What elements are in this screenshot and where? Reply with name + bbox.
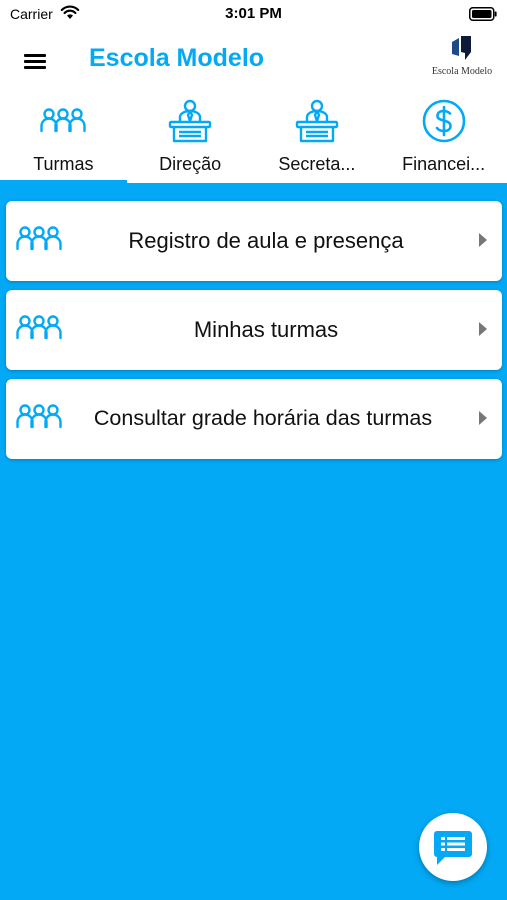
school-logo-text: Escola Modelo: [431, 66, 493, 77]
menu-item-label: Consultar grade horária das turmas: [93, 406, 433, 430]
podium-speaker-icon: [168, 99, 212, 143]
chevron-right-icon: [479, 233, 487, 247]
podium-speaker-icon: [295, 99, 339, 143]
people-group-icon: [16, 315, 62, 340]
menu-item-label: Registro de aula e presença: [128, 228, 404, 253]
hamburger-menu-icon[interactable]: [20, 46, 50, 76]
menu-item-minhas-turmas[interactable]: Minhas turmas: [6, 290, 502, 370]
school-logo: Escola Modelo: [424, 34, 500, 84]
tab-label: Direção: [159, 154, 222, 174]
chevron-right-icon: [479, 411, 487, 425]
people-group-icon: [16, 404, 62, 429]
tab-financeiro[interactable]: Financei...: [380, 94, 507, 183]
status-bar: Carrier 3:01 PM: [0, 0, 507, 28]
chat-fab-button[interactable]: [419, 813, 487, 881]
chat-list-icon: [434, 831, 472, 865]
people-group-icon: [16, 226, 62, 251]
school-logo-icon: [452, 36, 471, 60]
menu-item-registro-aula[interactable]: Registro de aula e presença: [6, 201, 502, 281]
menu-list: Registro de aula e presença Minhas turma…: [6, 201, 502, 468]
tab-label: Financei...: [402, 154, 486, 174]
top-area: Carrier 3:01 PM Escola Modelo Escola Mod…: [0, 0, 507, 183]
chevron-right-icon: [479, 322, 487, 336]
menu-item-label: Minhas turmas: [193, 317, 339, 342]
app-header: Escola Modelo Escola Modelo: [0, 28, 507, 94]
tab-label: Secreta...: [278, 154, 356, 174]
tab-secretaria[interactable]: Secreta...: [254, 94, 381, 183]
tab-direcao[interactable]: Direção: [127, 94, 254, 183]
status-time: 3:01 PM: [225, 5, 282, 22]
menu-item-grade-horaria[interactable]: Consultar grade horária das turmas: [6, 379, 502, 459]
battery-icon: [469, 7, 497, 21]
selected-tab-indicator: [0, 180, 127, 183]
tab-bar: Turmas Direção Secreta... Financei...: [0, 94, 507, 183]
people-group-icon: [40, 108, 87, 133]
tab-turmas[interactable]: Turmas: [0, 94, 127, 183]
dollar-circle-icon: [422, 99, 465, 143]
app-title: Escola Modelo: [89, 44, 265, 72]
tab-label: Turmas: [33, 154, 94, 174]
